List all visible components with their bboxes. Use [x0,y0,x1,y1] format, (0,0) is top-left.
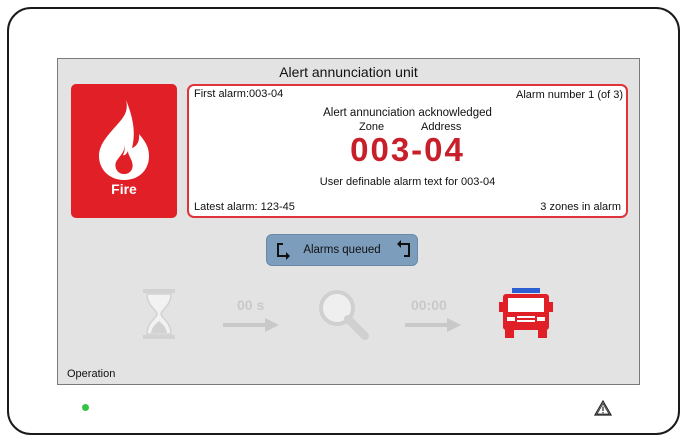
display-screen: Alert annunciation unit Fire First alarm… [57,58,640,385]
warning-triangle-icon[interactable] [594,400,612,416]
cycle-right-icon [397,240,410,257]
first-alarm-text: First alarm:003-04 [194,88,284,100]
fire-truck-icon [499,288,553,338]
fire-label: Fire [111,181,137,197]
alarm-number-text: Alarm number 1 (of 3) [516,89,623,101]
alarm-status-text: Alert annunciation acknowledged [323,107,492,119]
alarm-details-panel: First alarm:003-04 Alarm number 1 (of 3)… [187,84,628,218]
flame-icon [99,100,149,180]
arrow-right-icon [405,318,461,332]
zones-in-alarm-text: 3 zones in alarm [540,201,621,213]
power-led [82,404,89,411]
hourglass-icon [143,289,175,339]
fire-status-tile: Fire [71,84,177,218]
delay-timer: 00 s [237,297,265,313]
screen-title: Alert annunciation unit [279,64,418,80]
arrow-right-icon [223,318,279,332]
magnifier-icon [319,290,369,340]
operation-status-label: Operation [67,368,116,380]
alarms-queued-button[interactable]: Alarms queued [266,234,418,266]
latest-alarm-text: Latest alarm: 123-45 [194,201,295,213]
alarm-code: 003-04 [350,131,465,168]
investigation-timer: 00:00 [411,297,447,313]
user-alarm-text: User definable alarm text for 003-04 [319,176,496,188]
alarm-sequence: 00 s 00:00 [58,281,639,351]
